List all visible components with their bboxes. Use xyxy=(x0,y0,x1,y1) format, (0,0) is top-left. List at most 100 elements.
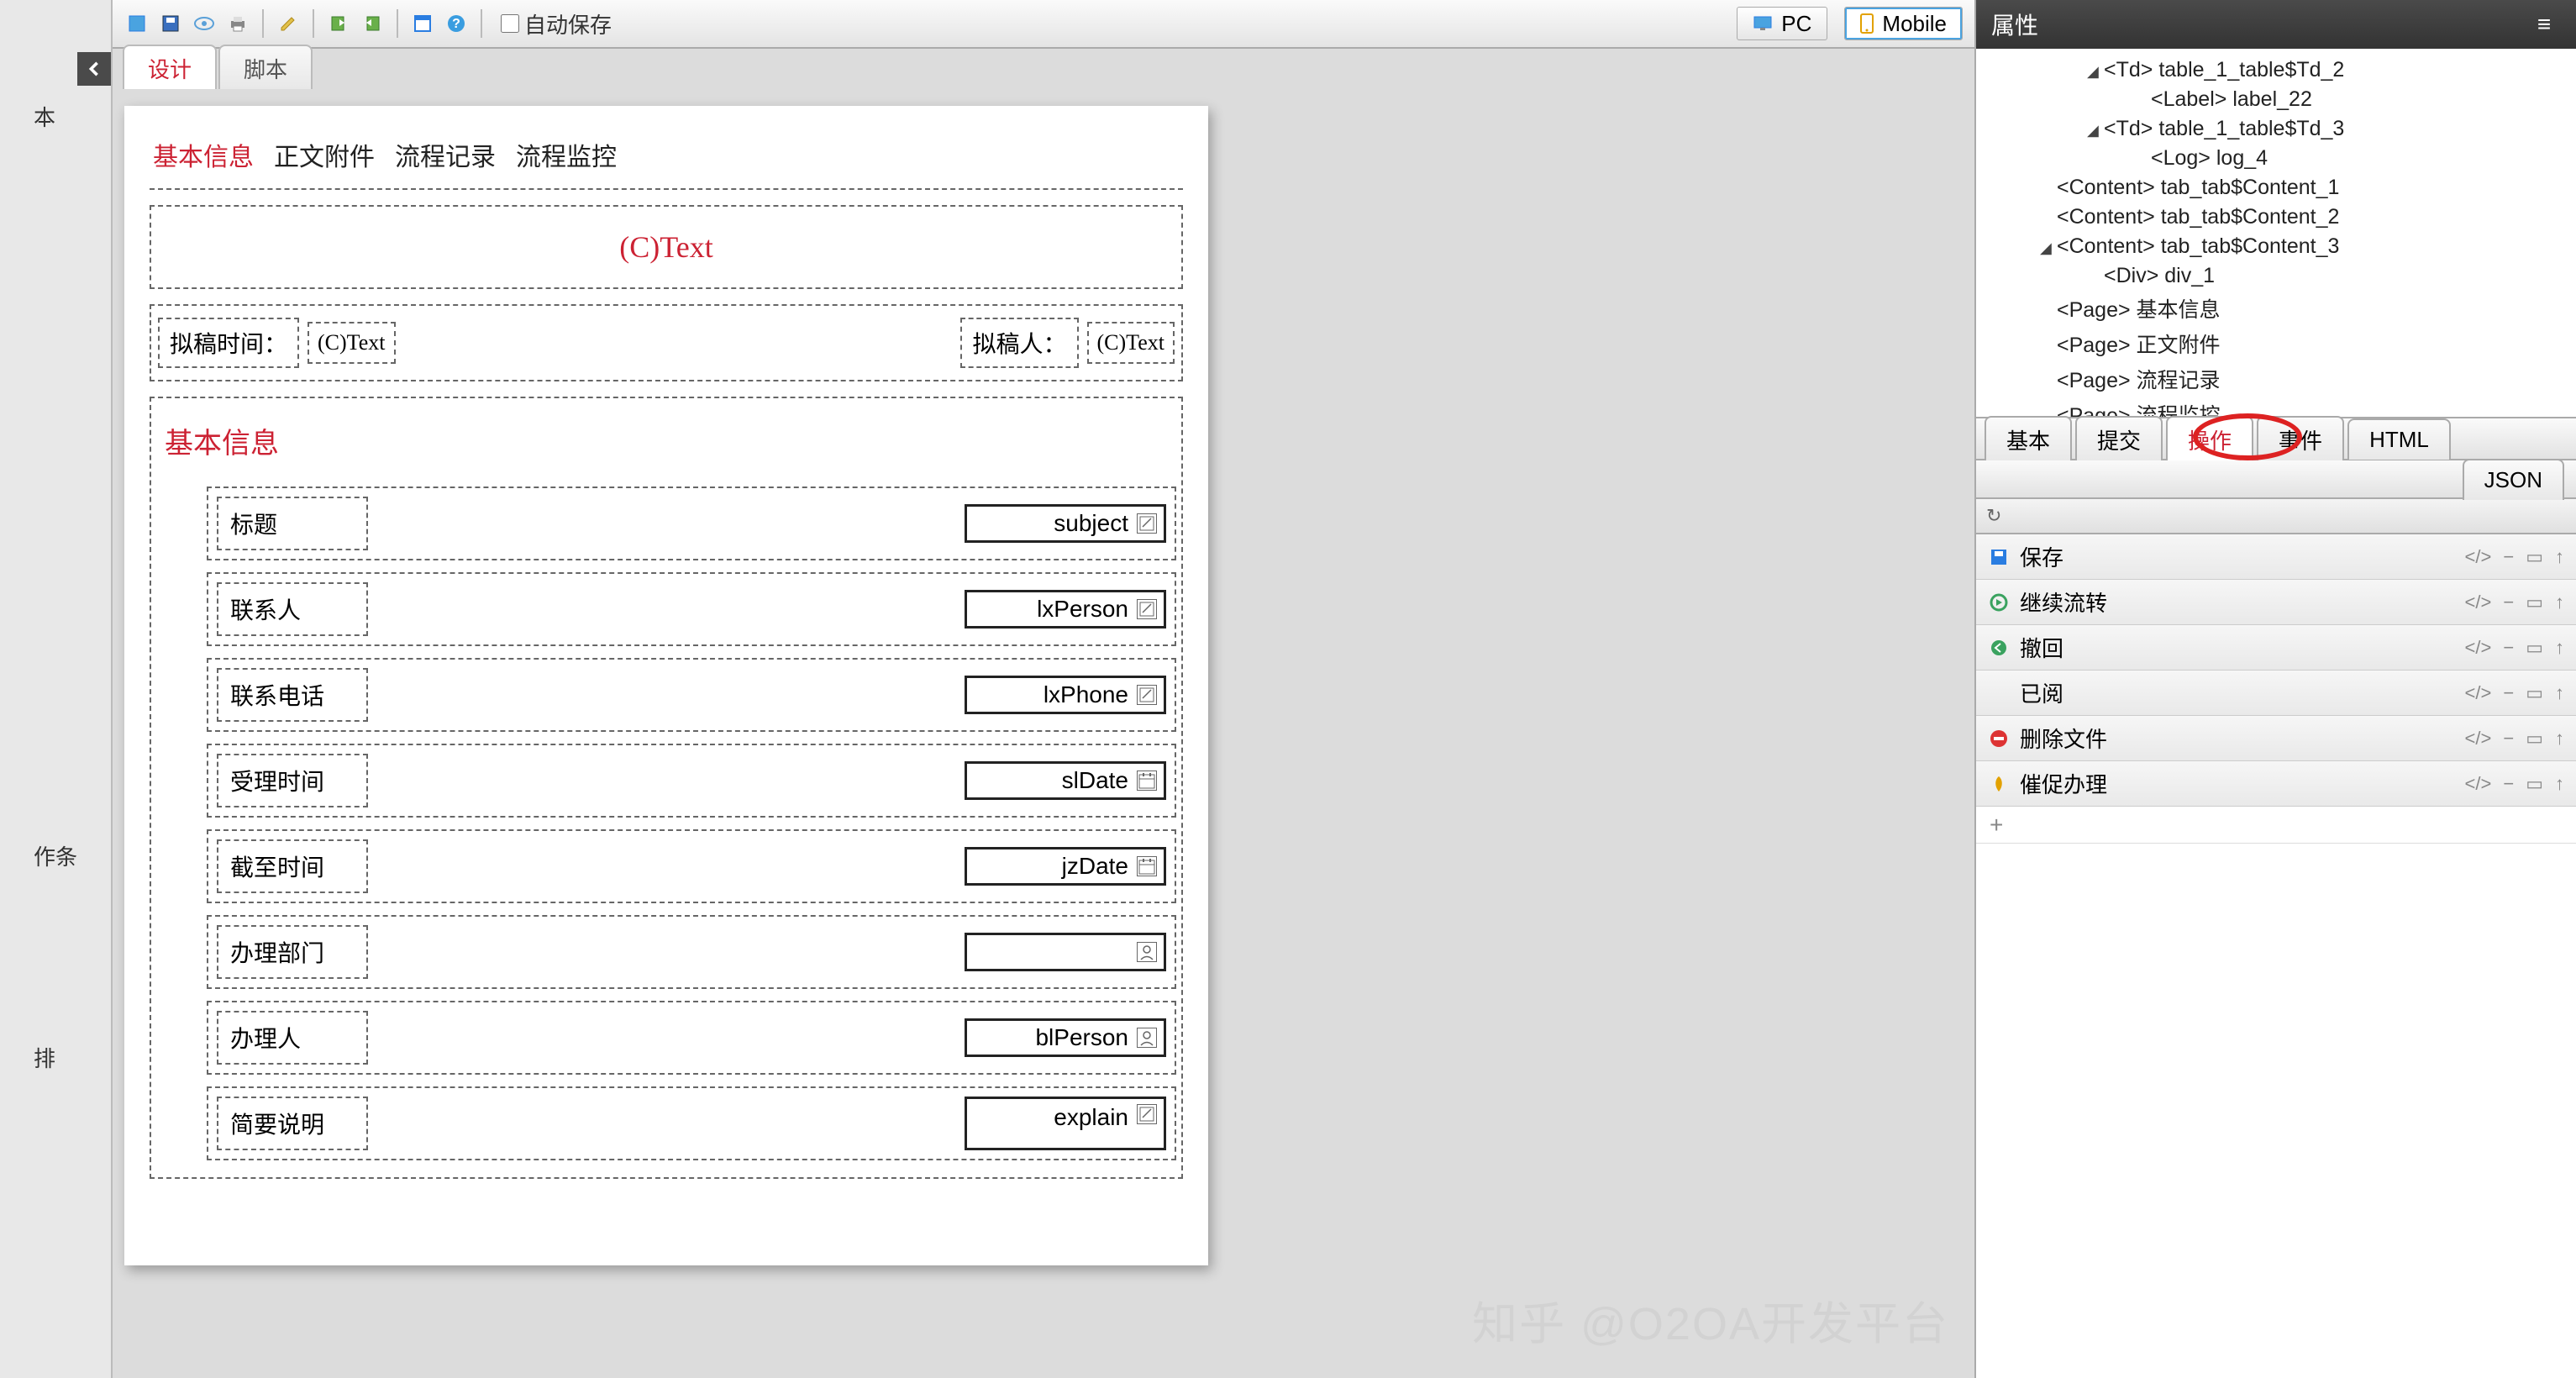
element-tree[interactable]: ◢<Td> table_1_table$Td_2<Label> label_22… xyxy=(1976,49,2576,418)
up-icon[interactable]: ↑ xyxy=(2555,637,2564,659)
basic-section[interactable]: 基本信息 标题subject联系人lxPerson联系电话lxPhone受理时间… xyxy=(150,397,1183,1179)
tree-node[interactable]: <Label> label_22 xyxy=(1976,85,2576,114)
prop-tab-submit[interactable]: 提交 xyxy=(2075,416,2163,462)
field-input[interactable]: explain xyxy=(965,1097,1166,1150)
box-icon[interactable]: ▭ xyxy=(2526,728,2543,749)
save-icon[interactable] xyxy=(158,11,183,36)
autosave-checkbox[interactable]: 自动保存 xyxy=(501,8,612,39)
prop-tab-html[interactable]: HTML xyxy=(2347,418,2451,460)
operation-item[interactable]: 删除文件</>−▭↑ xyxy=(1976,716,2576,761)
box-icon[interactable]: ▭ xyxy=(2526,637,2543,659)
code-icon[interactable]: </> xyxy=(2465,546,2492,568)
field-row[interactable]: 简要说明explain xyxy=(207,1086,1176,1160)
minus-icon[interactable]: − xyxy=(2503,773,2514,795)
export-icon[interactable] xyxy=(326,11,351,36)
edit-icon[interactable] xyxy=(276,11,301,36)
field-input[interactable]: slDate xyxy=(965,761,1166,800)
form-card[interactable]: 基本信息 正文附件 流程记录 流程监控 (C)Text 拟稿时间： (C)Tex… xyxy=(124,106,1208,1265)
prop-tab-action[interactable]: 操作 xyxy=(2166,416,2253,462)
tree-node[interactable]: ◢<Td> table_1_table$Td_2 xyxy=(1976,55,2576,85)
refresh-icon[interactable]: ↻ xyxy=(1986,505,2001,527)
new-icon[interactable] xyxy=(124,11,150,36)
prop-tab-basic[interactable]: 基本 xyxy=(1985,416,2072,462)
form-tab-attach[interactable]: 正文附件 xyxy=(274,136,375,173)
minus-icon[interactable]: − xyxy=(2503,682,2514,704)
help-icon[interactable]: ? xyxy=(444,11,469,36)
device-pc-button[interactable]: PC xyxy=(1737,7,1827,40)
operation-item[interactable]: 保存</>−▭↑ xyxy=(1976,534,2576,580)
tab-script[interactable]: 脚本 xyxy=(218,45,313,89)
tree-node[interactable]: <Page> 正文附件 xyxy=(1976,326,2576,361)
code-icon[interactable]: </> xyxy=(2465,682,2492,704)
field-row[interactable]: 联系人lxPerson xyxy=(207,572,1176,646)
field-input[interactable] xyxy=(965,933,1166,971)
field-label: 受理时间 xyxy=(217,754,368,807)
up-icon[interactable]: ↑ xyxy=(2555,546,2564,568)
tree-node[interactable]: <Div> div_1 xyxy=(1976,261,2576,291)
tree-node[interactable]: <Page> 基本信息 xyxy=(1976,291,2576,326)
box-icon[interactable]: ▭ xyxy=(2526,546,2543,568)
tree-node[interactable]: <Content> tab_tab$Content_1 xyxy=(1976,173,2576,202)
operation-label: 催促办理 xyxy=(2020,768,2107,799)
form-tab-log[interactable]: 流程记录 xyxy=(395,136,496,173)
title-block[interactable]: (C)Text xyxy=(150,205,1183,289)
minus-icon[interactable]: − xyxy=(2503,637,2514,659)
code-icon[interactable]: </> xyxy=(2465,728,2492,749)
field-row[interactable]: 办理人blPerson xyxy=(207,1001,1176,1075)
field-input[interactable]: blPerson xyxy=(965,1018,1166,1057)
prop-tab-event[interactable]: 事件 xyxy=(2257,416,2344,462)
tree-node[interactable]: <Log> log_4 xyxy=(1976,144,2576,173)
field-row[interactable]: 截至时间jzDate xyxy=(207,829,1176,903)
device-mobile-button[interactable]: Mobile xyxy=(1844,7,1963,40)
drafter-value[interactable]: (C)Text xyxy=(1087,322,1175,364)
form-tab-monitor[interactable]: 流程监控 xyxy=(516,136,617,173)
flow-icon xyxy=(1988,592,2010,613)
tree-node[interactable]: <Content> tab_tab$Content_2 xyxy=(1976,202,2576,232)
field-input[interactable]: lxPhone xyxy=(965,676,1166,714)
field-name: subject xyxy=(1054,510,1128,537)
operation-item[interactable]: 催促办理 </>−▭ ↑ xyxy=(1976,761,2576,807)
up-icon[interactable]: ↑ xyxy=(2555,682,2564,704)
draft-time-value[interactable]: (C)Text xyxy=(308,322,396,364)
title-text: (C)Text xyxy=(619,229,712,265)
preview-icon[interactable] xyxy=(192,11,217,36)
field-row[interactable]: 标题subject xyxy=(207,487,1176,560)
minus-icon[interactable]: − xyxy=(2503,592,2514,613)
autosave-label: 自动保存 xyxy=(524,8,612,39)
field-row[interactable]: 联系电话lxPhone xyxy=(207,658,1176,732)
code-icon[interactable]: </> xyxy=(2465,773,2492,795)
form-tab-basic[interactable]: 基本信息 xyxy=(153,136,254,173)
operation-item[interactable]: 已阅</>−▭↑ xyxy=(1976,671,2576,716)
prop-tab-json[interactable]: JSON xyxy=(2463,459,2564,500)
field-input[interactable]: jzDate xyxy=(965,847,1166,886)
field-input[interactable]: lxPerson xyxy=(965,590,1166,629)
tree-node[interactable]: ◢<Td> table_1_table$Td_3 xyxy=(1976,114,2576,144)
autosave-input[interactable] xyxy=(501,14,519,33)
right-header-menu-icon[interactable]: ≡ xyxy=(2527,11,2561,38)
field-row[interactable]: 受理时间 slDate xyxy=(207,744,1176,818)
operation-item[interactable]: 继续流转</>−▭↑ xyxy=(1976,580,2576,625)
minus-icon[interactable]: − xyxy=(2503,546,2514,568)
tree-node[interactable]: <Page> 流程记录 xyxy=(1976,361,2576,397)
box-icon[interactable]: ▭ xyxy=(2526,592,2543,613)
minus-icon[interactable]: − xyxy=(2503,728,2514,749)
print-icon[interactable] xyxy=(225,11,250,36)
tree-node[interactable]: ◢<Content> tab_tab$Content_3 xyxy=(1976,232,2576,261)
code-icon[interactable]: </> xyxy=(2465,592,2492,613)
code-icon[interactable]: </> xyxy=(2465,637,2492,659)
collapse-button[interactable] xyxy=(77,52,111,86)
box-icon[interactable]: ▭ xyxy=(2526,682,2543,704)
import-icon[interactable] xyxy=(360,11,385,36)
tab-design[interactable]: 设计 xyxy=(123,45,217,89)
add-operation-button[interactable]: + xyxy=(1976,807,2576,844)
field-name: slDate xyxy=(1062,767,1128,794)
field-row[interactable]: 办理部门 xyxy=(207,915,1176,989)
up-icon[interactable]: ↑ xyxy=(2555,592,2564,613)
window-icon[interactable] xyxy=(410,11,435,36)
up-icon[interactable]: ↑ xyxy=(2555,773,2564,795)
operation-item[interactable]: 撤回</>−▭↑ xyxy=(1976,625,2576,671)
meta-row[interactable]: 拟稿时间： (C)Text 拟稿人： (C)Text xyxy=(150,304,1183,381)
up-icon[interactable]: ↑ xyxy=(2555,728,2564,749)
box-icon[interactable]: ▭ xyxy=(2526,773,2543,795)
field-input[interactable]: subject xyxy=(965,504,1166,543)
